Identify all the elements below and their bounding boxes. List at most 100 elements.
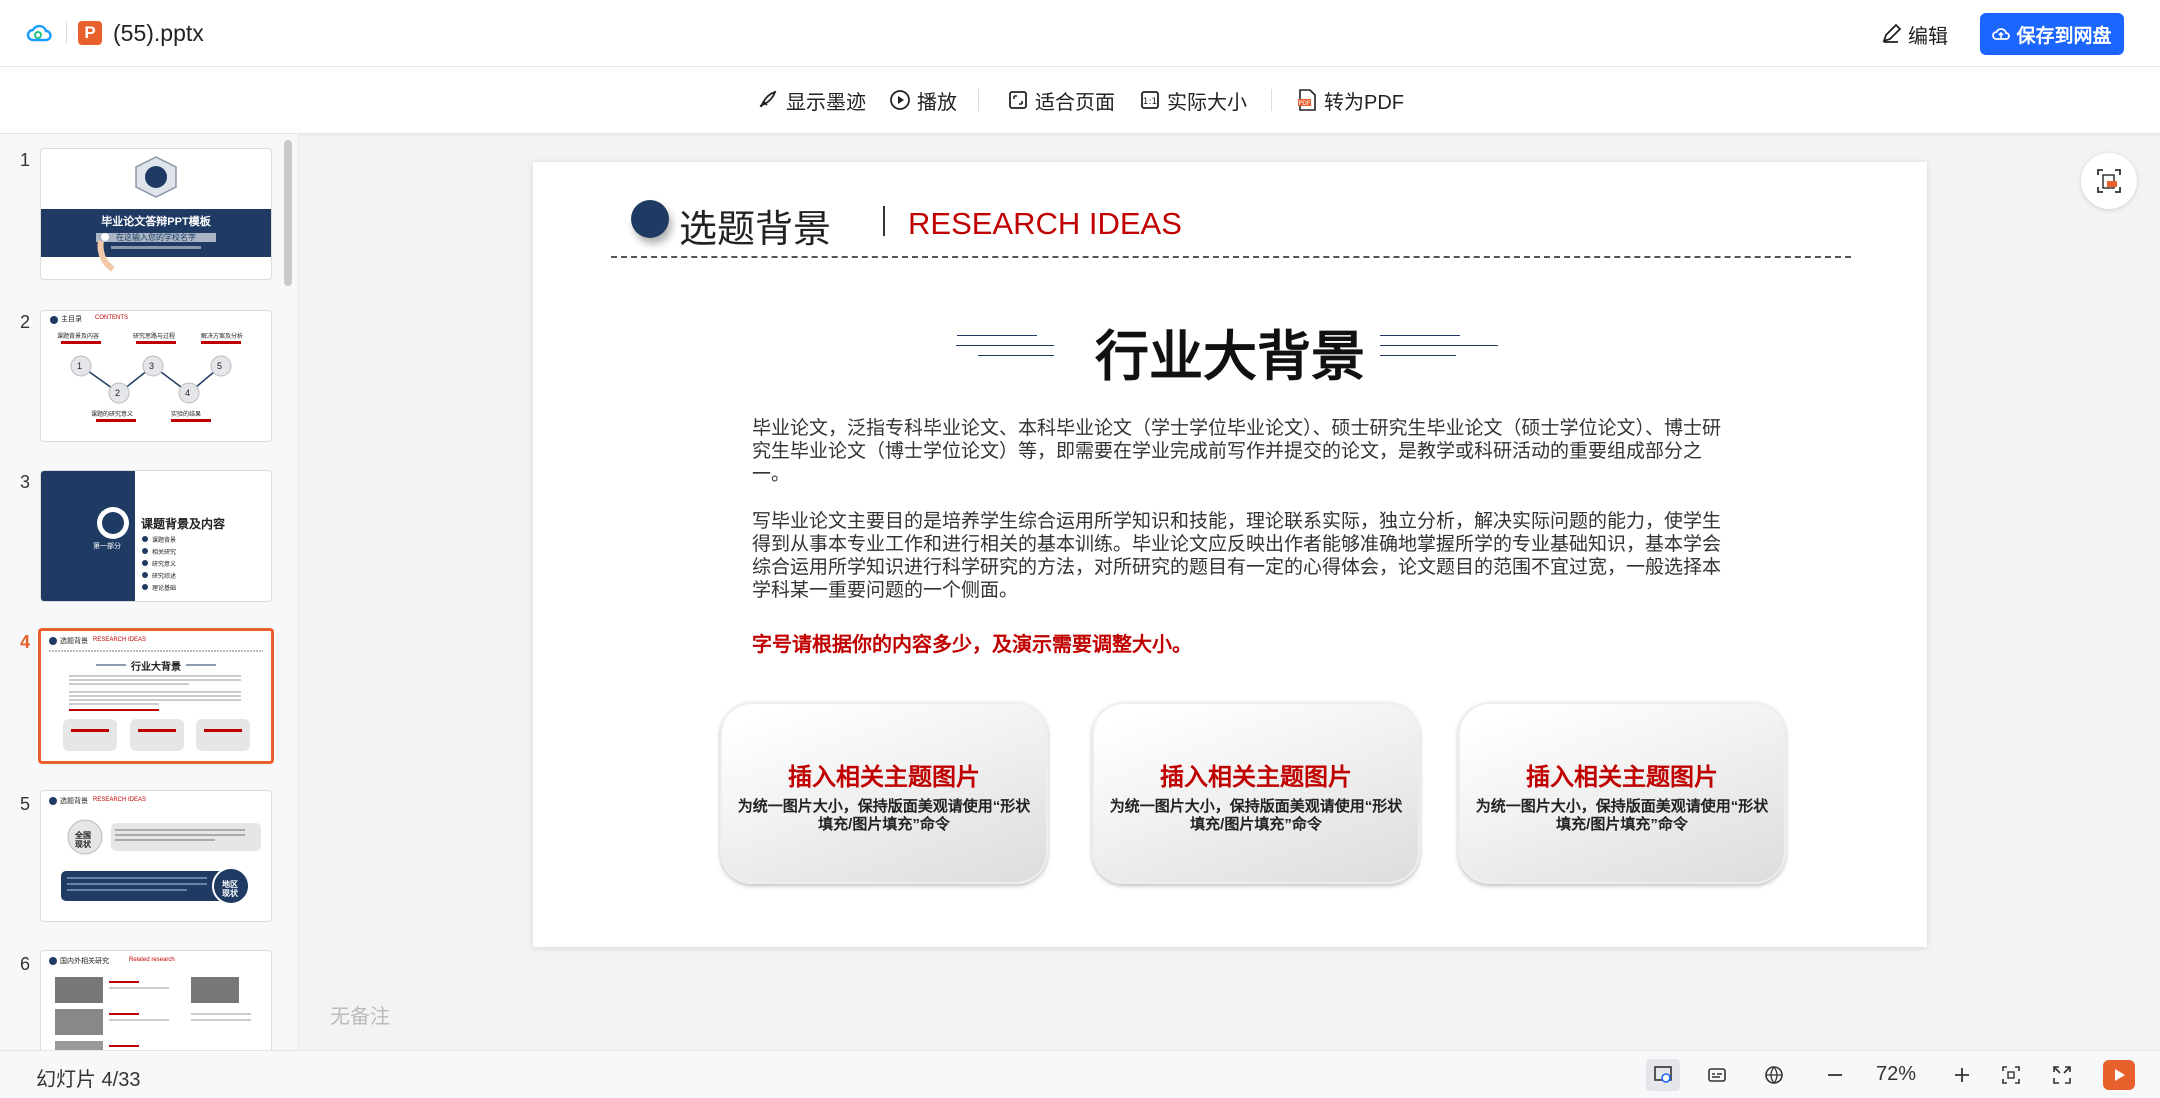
thumbnail-slide-5[interactable]: 选题背景 RESEARCH IDEAS 全国现状 地区现状 <box>40 790 272 922</box>
file-name: (55).pptx <box>113 20 204 46</box>
card-title: 插入相关主题图片 <box>1160 763 1352 791</box>
thumbnail-slide-2[interactable]: 主目录 CONTENTS 1 2 3 4 5 课题背景及内容 研究思路与过程 解… <box>40 310 272 442</box>
thumbnail-slide-1[interactable]: 毕业论文答辩PPT模板 在这输入您的学校名字 <box>40 148 272 280</box>
thumbnail-slide-4[interactable]: 选题背景 RESEARCH IDEAS 行业大背景 <box>38 628 274 764</box>
red-note: 字号请根据你的内容多少，及演示需要调整大小。 <box>752 634 1192 656</box>
thumbnail-header: 国内外相关研究 <box>60 958 109 965</box>
actual-size-button[interactable]: 1:1 实际大小 <box>1139 85 1247 115</box>
app-header: P (55).pptx 编辑 保存到网盘 <box>0 0 2160 67</box>
edit-button[interactable]: 编辑 <box>1880 18 1948 50</box>
pptx-file-icon: P <box>78 21 102 45</box>
thumbnail-slide-6[interactable]: 国内外相关研究 Related research <box>40 950 272 1050</box>
pencil-icon <box>1880 23 1902 45</box>
language-toggle[interactable] <box>1757 1059 1791 1091</box>
pdf-file-icon: PDF <box>1296 88 1318 112</box>
globe-icon <box>1763 1064 1785 1086</box>
actual-size-icon: 1:1 <box>1139 89 1161 111</box>
thumbnail-item: 3 <box>149 361 155 371</box>
thumbnail-header: 选题背景 <box>60 798 88 805</box>
edit-label: 编辑 <box>1908 25 1948 48</box>
svg-text:PDF: PDF <box>1299 100 1311 107</box>
slide-title: 行业大背景 <box>1095 325 1365 388</box>
thumbnail-item: 研究意义 <box>152 562 177 568</box>
toolbar-divider <box>1271 89 1272 111</box>
play-button[interactable]: 播放 <box>889 85 957 115</box>
play-icon <box>2111 1067 2127 1083</box>
thumbnail-item: 4 <box>185 388 191 398</box>
card-title: 插入相关主题图片 <box>788 763 980 791</box>
heading-separator <box>883 206 885 236</box>
save-label: 保存到网盘 <box>2016 25 2112 47</box>
convert-pdf-label: 转为PDF <box>1324 91 1404 114</box>
thumbnail-label: 地区现状 <box>222 880 238 898</box>
thumbnail-number: 6 <box>20 954 31 974</box>
thumbnail-label: 解决方案及分析 <box>201 334 244 340</box>
svg-text:1:1: 1:1 <box>1143 97 1157 107</box>
thumbnail-title: 毕业论文答辩PPT模板 <box>101 216 211 228</box>
body-paragraph: 写毕业论文主要目的是培养学生综合运用所学知识和技能，理论联系实际，独立分析，解决… <box>752 511 1722 601</box>
convert-pdf-button[interactable]: PDF 转为PDF <box>1296 85 1404 115</box>
thumbnail-slide-3[interactable]: 第一部分 课题背景及内容 课题背景 相关研究 研究意义 研究综述 理论基础 <box>40 470 272 602</box>
thumbnail-header-en: Related research <box>129 957 175 963</box>
thumbnail-number: 4 <box>20 632 31 652</box>
thumbnail-header: 主目录 <box>61 316 82 323</box>
slideshow-play-button[interactable] <box>2103 1060 2135 1090</box>
thumbnail-header-en: RESEARCH IDEAS <box>93 637 147 643</box>
cloud-upload-icon <box>1992 25 2011 43</box>
toolbar-divider <box>978 89 979 111</box>
fit-window-button[interactable] <box>1994 1059 2028 1091</box>
slide-5-preview <box>49 797 261 905</box>
thumbnail-number: 3 <box>20 472 31 492</box>
cloud-logo-icon[interactable] <box>26 20 52 46</box>
thumbnail-part: 第一部分 <box>93 543 121 550</box>
slide-counter: 幻灯片 4/33 <box>36 1069 141 1091</box>
fullscreen-button[interactable] <box>2045 1059 2079 1091</box>
show-ink-button[interactable]: 显示墨迹 <box>756 85 866 115</box>
pdf-scan-icon <box>2095 167 2123 195</box>
fit-page-button[interactable]: 适合页面 <box>1007 85 1115 115</box>
thumbnail-number: 2 <box>20 312 31 332</box>
viewer-toolbar: 显示墨迹 播放 适合页面 1:1 实际大小 PDF 转为PDF <box>0 67 2160 134</box>
thumbnail-item: 相关研究 <box>152 550 177 556</box>
card-body: 为统一图片大小，保持版面美观请使用“形状填充/图片填充”命令 <box>1475 798 1769 833</box>
pdf-convert-float-button[interactable] <box>2081 153 2137 209</box>
thumbnail-item: 2 <box>115 388 121 398</box>
zoom-level[interactable]: 72% <box>1876 1063 1916 1086</box>
notes-view-icon <box>1652 1064 1674 1086</box>
thumbnail-title: 行业大背景 <box>131 662 181 673</box>
zoom-out-button[interactable] <box>1818 1059 1852 1091</box>
thumbnail-item: 1 <box>77 361 83 371</box>
status-bar: 幻灯片 4/33 72% <box>0 1050 2160 1098</box>
fit-page-label: 适合页面 <box>1035 91 1115 114</box>
save-to-cloud-button[interactable]: 保存到网盘 <box>1980 13 2124 55</box>
thumbnail-header-en: CONTENTS <box>95 315 128 321</box>
zoom-in-button[interactable] <box>1945 1059 1979 1091</box>
actual-size-label: 实际大小 <box>1167 91 1247 114</box>
thumbnail-number: 1 <box>20 150 31 170</box>
notes-placeholder[interactable]: 无备注 <box>330 1000 390 1029</box>
image-placeholder-card: 插入相关主题图片 为统一图片大小，保持版面美观请使用“形状填充/图片填充”命令 <box>720 702 1048 884</box>
thumbnail-label: 全国现状 <box>75 831 91 849</box>
thumbnail-title: 课题背景及内容 <box>141 517 226 531</box>
minus-icon <box>1824 1064 1846 1086</box>
fit-window-icon <box>2000 1064 2022 1086</box>
notes-view-toggle[interactable] <box>1646 1059 1680 1091</box>
thumbnail-label: 实验的结果 <box>171 412 202 418</box>
thumbnail-item: 理论基础 <box>152 586 177 592</box>
thumbnail-item: 课题背景 <box>152 538 177 544</box>
fit-page-icon <box>1007 89 1029 111</box>
body-paragraph: 毕业论文，泛指专科毕业论文、本科毕业论文（学士学位毕业论文）、硕士研究生毕业论文… <box>752 418 1722 485</box>
play-circle-icon <box>889 89 911 111</box>
thumbnail-label: 课题的研究意义 <box>91 412 134 418</box>
thumbnail-scrollbar[interactable] <box>284 140 292 286</box>
thumbnail-label: 研究思路与过程 <box>133 334 176 340</box>
show-ink-label: 显示墨迹 <box>786 91 866 114</box>
thumbnail-header: 选题背景 <box>60 638 88 645</box>
image-placeholder-card: 插入相关主题图片 为统一图片大小，保持版面美观请使用“形状填充/图片填充”命令 <box>1458 702 1786 884</box>
current-slide: 选题背景 RESEARCH IDEAS 行业大背景 毕业论文，泛指专科毕业论文、… <box>533 162 1927 947</box>
card-body: 为统一图片大小，保持版面美观请使用“形状填充/图片填充”命令 <box>737 798 1031 833</box>
comments-toggle[interactable] <box>1700 1059 1734 1091</box>
card-title: 插入相关主题图片 <box>1526 763 1718 791</box>
thumbnail-label: 课题背景及内容 <box>57 334 100 340</box>
plus-icon <box>1951 1064 1973 1086</box>
